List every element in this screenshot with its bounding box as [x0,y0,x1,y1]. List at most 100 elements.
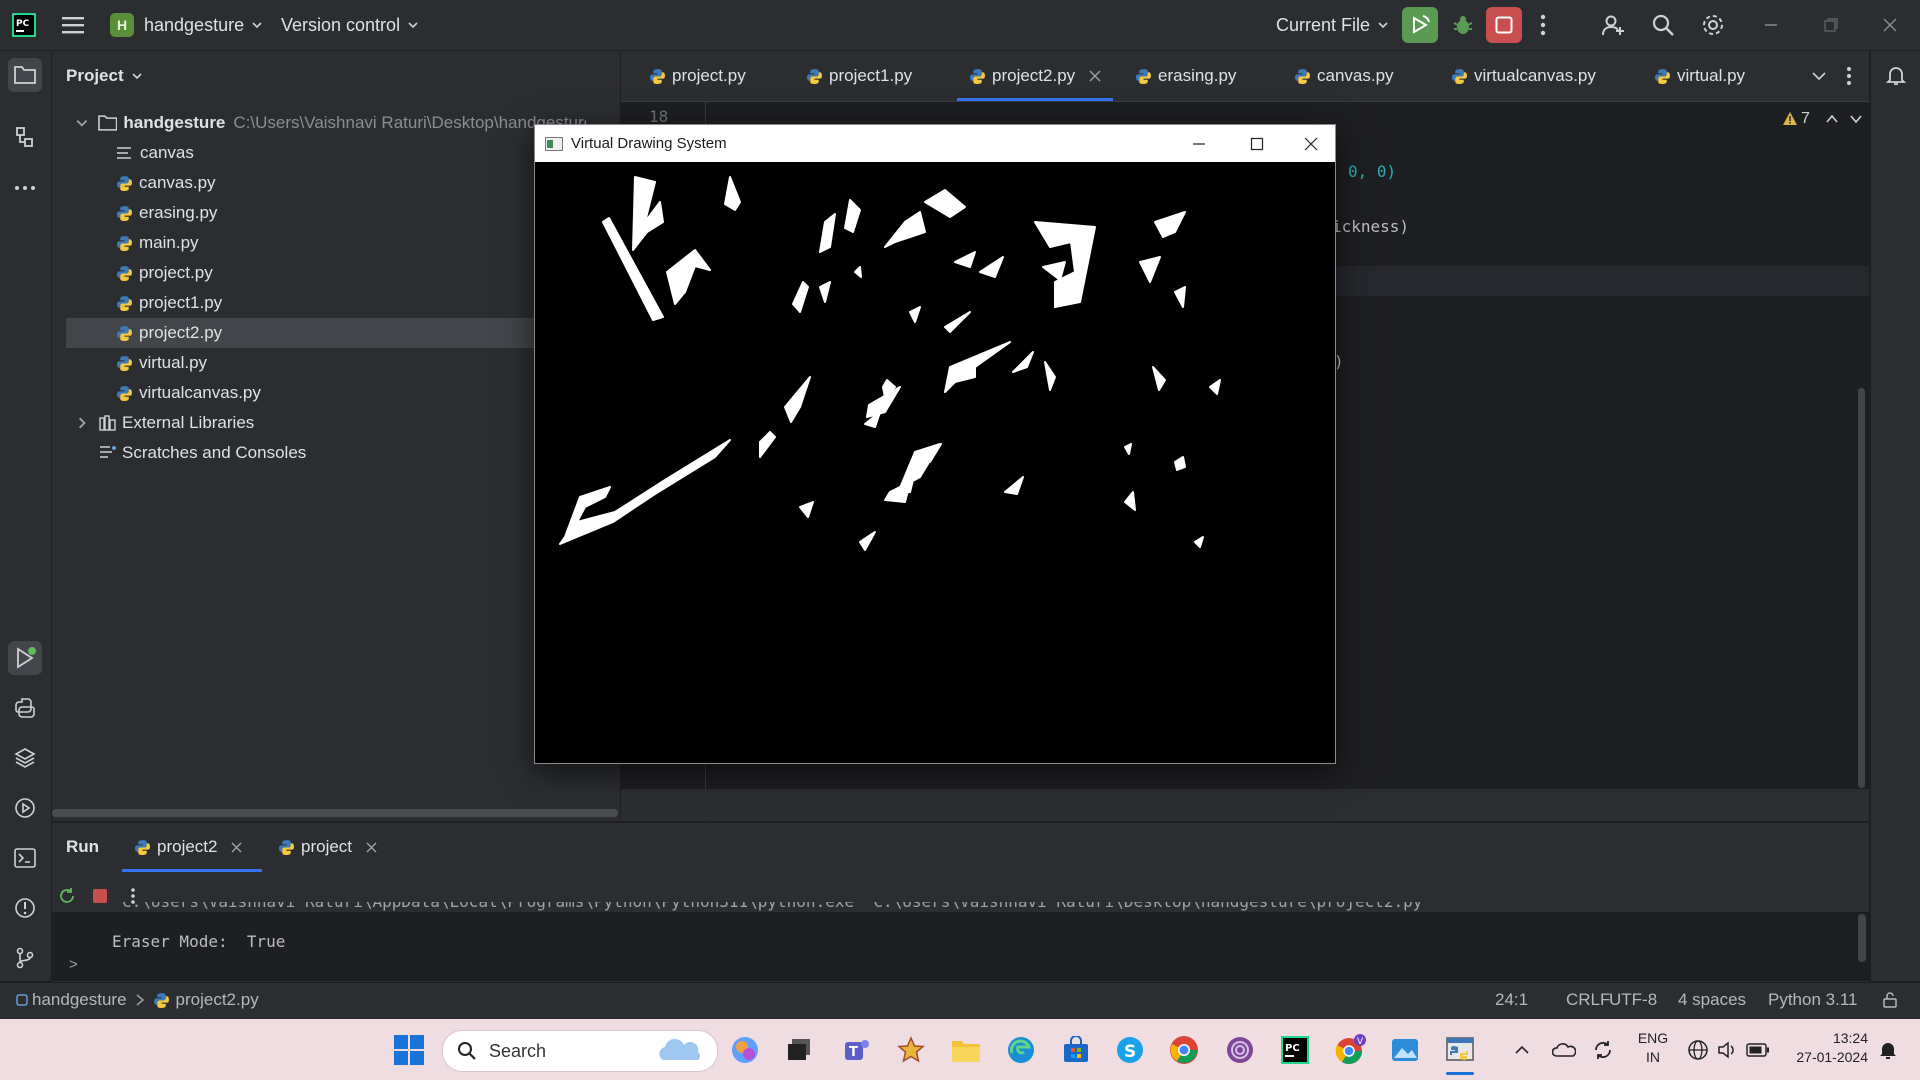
search-icon[interactable] [1651,0,1675,50]
tab-erasing-py[interactable]: erasing.py [1135,51,1236,101]
lock-icon[interactable] [1882,982,1898,1018]
tree-item-project-py[interactable]: project.py [66,258,586,288]
python-packages-button[interactable] [8,741,42,775]
volume-icon[interactable] [1711,1034,1743,1066]
tab-canvas-py[interactable]: canvas.py [1294,51,1394,101]
version-control-menu[interactable]: Version control [281,0,418,50]
run-config-selector[interactable]: Current File [1276,0,1388,50]
tab-project-py[interactable]: project.py [649,51,746,101]
file-encoding[interactable]: UTF-8 [1609,982,1657,1018]
pycharm-logo-icon[interactable]: PC [12,0,36,50]
drawing-canvas[interactable] [535,162,1335,762]
run-tool-button[interactable] [8,641,42,675]
clock[interactable]: 13:24 27-01-2024 [1784,1029,1868,1067]
breadcrumb-project[interactable]: handgesture [32,990,127,1010]
git-button[interactable] [8,941,42,975]
tree-item-canvas-py[interactable]: canvas.py [66,168,586,198]
python-interpreter[interactable]: Python 3.11 [1768,982,1857,1018]
run-tab-project2[interactable]: project2 [134,822,242,872]
indent-setting[interactable]: 4 spaces [1678,982,1746,1018]
drawing-window-titlebar[interactable]: Virtual Drawing System [535,125,1335,162]
close-icon[interactable] [366,842,377,853]
caret-position[interactable]: 24:1 [1495,982,1528,1018]
tree-root-handgesture[interactable]: handgesture C:\Users\Vaishnavi Raturi\De… [66,108,586,138]
tab-list-dropdown[interactable] [1812,51,1826,101]
tab-more-icon[interactable] [1846,51,1852,101]
task-view-icon[interactable] [783,1034,815,1066]
run-tab-project[interactable]: project [278,822,377,872]
sync-icon[interactable] [1587,1034,1619,1066]
tree-item-erasing-py[interactable]: erasing.py [66,198,586,228]
structure-tool-button[interactable] [8,120,42,154]
star-app-icon[interactable] [895,1034,927,1066]
taskbar-search-box[interactable]: Search [442,1030,718,1072]
stop-icon[interactable] [92,888,108,904]
gear-icon[interactable] [1701,0,1725,50]
tree-item-external-libraries[interactable]: External Libraries [66,408,586,438]
minimize-icon[interactable] [1764,0,1778,50]
tree-item-project1-py[interactable]: project1.py [66,288,586,318]
notifications-bell-icon[interactable] [1884,63,1908,87]
chrome-icon[interactable] [1168,1034,1200,1066]
network-globe-icon[interactable] [1682,1034,1714,1066]
onedrive-icon[interactable] [1548,1034,1580,1066]
photos-icon[interactable] [1389,1034,1421,1066]
tor-browser-icon[interactable] [1224,1034,1256,1066]
close-icon[interactable] [1287,125,1335,162]
file-explorer-icon[interactable] [950,1034,982,1066]
tab-project2-py[interactable]: project2.py [956,51,1114,101]
run-console[interactable]: C:\Users\Vaishnavi Raturi\AppData\Local\… [52,902,1869,981]
tree-item-canvas[interactable]: canvas [66,138,586,168]
chevron-up-icon[interactable] [1506,1034,1538,1066]
close-icon[interactable] [231,842,242,853]
tab-project1-py[interactable]: project1.py [806,51,912,101]
close-icon[interactable] [1883,0,1897,50]
python-window-taskbar-icon[interactable] [1444,1034,1476,1066]
virtual-drawing-window[interactable]: Virtual Drawing System [534,124,1336,764]
minimize-icon[interactable] [1175,125,1223,162]
copilot-icon[interactable] [729,1034,761,1066]
project-switcher[interactable]: H handgesture [110,0,262,50]
battery-icon[interactable] [1742,1034,1774,1066]
problems-button[interactable] [8,891,42,925]
horizontal-scrollbar[interactable] [52,809,618,817]
line-separator[interactable]: CRLF [1566,982,1610,1018]
tree-item-virtual-py[interactable]: virtual.py [66,348,586,378]
tree-item-scratches[interactable]: Scratches and Consoles [66,438,586,468]
breadcrumb-file[interactable]: project2.py [176,990,259,1010]
windows-start-icon[interactable] [393,1034,425,1066]
chevron-up-icon[interactable] [1826,114,1838,124]
tree-item-virtualcanvas-py[interactable]: virtualcanvas.py [66,378,586,408]
teams-icon[interactable]: T [841,1034,873,1066]
more-tools-button[interactable] [8,171,42,205]
chrome-profile-icon[interactable]: V [1334,1034,1366,1066]
maximize-icon[interactable] [1233,125,1281,162]
chevron-down-icon[interactable] [1850,114,1862,124]
add-user-icon[interactable] [1601,0,1625,50]
terminal-button[interactable] [8,841,42,875]
microsoft-store-icon[interactable] [1060,1034,1092,1066]
console-scrollbar[interactable] [1858,914,1866,962]
debug-button[interactable] [1451,0,1475,50]
project-tool-button[interactable] [8,58,42,92]
skype-icon[interactable]: S [1114,1034,1146,1066]
pycharm-taskbar-icon[interactable]: PC [1279,1034,1311,1066]
rerun-icon[interactable] [58,887,76,905]
tab-virtual-py[interactable]: virtual.py [1654,51,1745,101]
tab-virtualcanvas-py[interactable]: virtualcanvas.py [1451,51,1596,101]
tree-item-main-py[interactable]: main.py [66,228,586,258]
language-indicator[interactable]: ENG IN [1636,1029,1670,1067]
editor-vertical-scrollbar[interactable] [1858,388,1865,788]
edge-icon[interactable] [1005,1034,1037,1066]
rerun-button[interactable] [1402,0,1438,50]
close-icon[interactable] [1089,70,1101,82]
restore-icon[interactable] [1824,0,1838,50]
notification-bell-icon[interactable] [1872,1034,1904,1066]
inspection-widget[interactable]: 7 [1782,108,1862,130]
hamburger-icon[interactable] [62,0,84,50]
services-button[interactable] [8,791,42,825]
stop-button[interactable] [1486,0,1522,50]
python-console-button[interactable] [8,691,42,725]
more-vertical-icon[interactable] [1540,0,1546,50]
project-panel-header[interactable]: Project [66,51,142,101]
